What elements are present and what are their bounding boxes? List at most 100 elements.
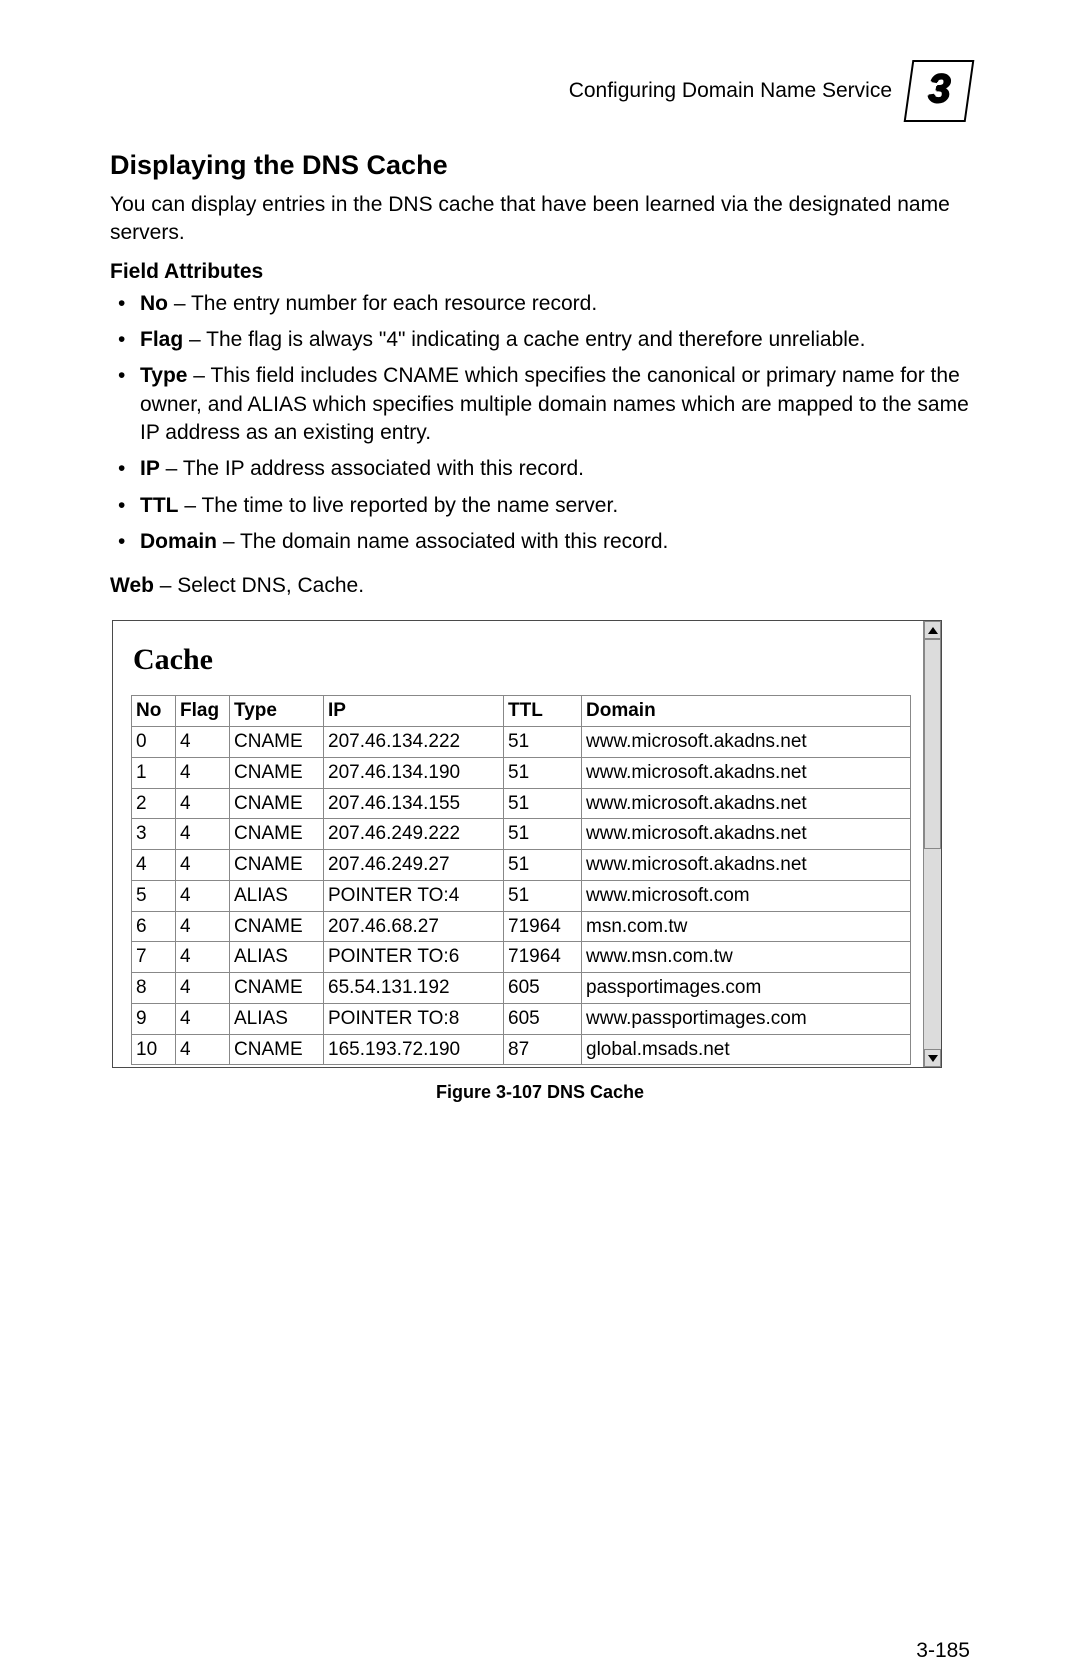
table-row: 24CNAME207.46.134.15551www.microsoft.aka… xyxy=(132,788,911,819)
cell-ttl: 71964 xyxy=(504,942,582,973)
dns-cache-screenshot: Cache No Flag Type IP TTL Domain xyxy=(112,620,942,1068)
cell-ttl: 605 xyxy=(504,973,582,1004)
scroll-track[interactable] xyxy=(924,639,941,1049)
cell-ttl: 71964 xyxy=(504,911,582,942)
scrollbar[interactable] xyxy=(923,621,941,1067)
cell-domain: www.microsoft.akadns.net xyxy=(582,757,911,788)
cell-no: 0 xyxy=(132,727,176,758)
cell-no: 5 xyxy=(132,880,176,911)
web-instruction: Web – Select DNS, Cache. xyxy=(110,574,970,598)
table-row: 44CNAME207.46.249.2751www.microsoft.akad… xyxy=(132,850,911,881)
chevron-down-icon xyxy=(928,1055,938,1062)
cell-type: ALIAS xyxy=(230,880,324,911)
cell-ip: 165.193.72.190 xyxy=(324,1034,504,1065)
cell-ip: 207.46.134.222 xyxy=(324,727,504,758)
cell-no: 2 xyxy=(132,788,176,819)
cell-type: CNAME xyxy=(230,973,324,1004)
col-type: Type xyxy=(230,696,324,727)
cell-domain: msn.com.tw xyxy=(582,911,911,942)
cell-domain: www.microsoft.akadns.net xyxy=(582,819,911,850)
cell-ttl: 605 xyxy=(504,1003,582,1034)
page-number: 3-185 xyxy=(916,1639,970,1663)
breadcrumb: Configuring Domain Name Service xyxy=(569,79,892,103)
cell-ip: POINTER TO:4 xyxy=(324,880,504,911)
cell-flag: 4 xyxy=(176,819,230,850)
cell-ip: POINTER TO:6 xyxy=(324,942,504,973)
cell-no: 7 xyxy=(132,942,176,973)
cell-flag: 4 xyxy=(176,911,230,942)
attr-ttl: TTL – The time to live reported by the n… xyxy=(140,492,970,520)
table-row: 34CNAME207.46.249.22251www.microsoft.aka… xyxy=(132,819,911,850)
section-title: Displaying the DNS Cache xyxy=(110,150,970,181)
cell-flag: 4 xyxy=(176,850,230,881)
cell-ttl: 51 xyxy=(504,788,582,819)
table-row: 74ALIASPOINTER TO:671964www.msn.com.tw xyxy=(132,942,911,973)
cell-no: 4 xyxy=(132,850,176,881)
cell-type: CNAME xyxy=(230,819,324,850)
cell-flag: 4 xyxy=(176,880,230,911)
cell-ip: 65.54.131.192 xyxy=(324,973,504,1004)
cell-domain: www.microsoft.com xyxy=(582,880,911,911)
field-attributes-heading: Field Attributes xyxy=(110,260,970,284)
cell-no: 1 xyxy=(132,757,176,788)
cell-type: CNAME xyxy=(230,1034,324,1065)
cell-no: 10 xyxy=(132,1034,176,1065)
cell-no: 8 xyxy=(132,973,176,1004)
scroll-up-button[interactable] xyxy=(924,621,941,639)
cell-type: CNAME xyxy=(230,727,324,758)
col-flag: Flag xyxy=(176,696,230,727)
page-header: Configuring Domain Name Service 3 xyxy=(110,60,970,122)
cell-ip: 207.46.249.222 xyxy=(324,819,504,850)
cell-ip: 207.46.134.155 xyxy=(324,788,504,819)
cell-type: ALIAS xyxy=(230,942,324,973)
col-domain: Domain xyxy=(582,696,911,727)
cell-ip: POINTER TO:8 xyxy=(324,1003,504,1034)
table-row: 94ALIASPOINTER TO:8605www.passportimages… xyxy=(132,1003,911,1034)
cell-type: CNAME xyxy=(230,757,324,788)
chapter-number: 3 xyxy=(928,69,950,109)
field-attributes-list: No – The entry number for each resource … xyxy=(110,290,970,557)
scroll-thumb[interactable] xyxy=(924,639,941,849)
cell-flag: 4 xyxy=(176,942,230,973)
cell-ip: 207.46.134.190 xyxy=(324,757,504,788)
chevron-up-icon xyxy=(928,627,938,634)
cell-flag: 4 xyxy=(176,757,230,788)
cell-ttl: 87 xyxy=(504,1034,582,1065)
section-intro: You can display entries in the DNS cache… xyxy=(110,191,970,248)
cell-ttl: 51 xyxy=(504,727,582,758)
col-ttl: TTL xyxy=(504,696,582,727)
cell-ttl: 51 xyxy=(504,819,582,850)
attr-type: Type – This field includes CNAME which s… xyxy=(140,362,970,447)
cell-type: CNAME xyxy=(230,850,324,881)
table-row: 84CNAME65.54.131.192605passportimages.co… xyxy=(132,973,911,1004)
cell-flag: 4 xyxy=(176,973,230,1004)
table-row: 04CNAME207.46.134.22251www.microsoft.aka… xyxy=(132,727,911,758)
cell-no: 3 xyxy=(132,819,176,850)
col-ip: IP xyxy=(324,696,504,727)
cell-domain: www.passportimages.com xyxy=(582,1003,911,1034)
cell-ip: 207.46.249.27 xyxy=(324,850,504,881)
cell-flag: 4 xyxy=(176,788,230,819)
cell-no: 9 xyxy=(132,1003,176,1034)
chapter-badge: 3 xyxy=(904,60,975,122)
figure-caption: Figure 3-107 DNS Cache xyxy=(110,1082,970,1103)
cell-domain: www.microsoft.akadns.net xyxy=(582,850,911,881)
attr-flag: Flag – The flag is always "4" indicating… xyxy=(140,326,970,354)
table-row: 104CNAME165.193.72.19087global.msads.net xyxy=(132,1034,911,1065)
cell-ttl: 51 xyxy=(504,850,582,881)
table-row: 14CNAME207.46.134.19051www.microsoft.aka… xyxy=(132,757,911,788)
cell-flag: 4 xyxy=(176,1034,230,1065)
dns-cache-table: No Flag Type IP TTL Domain 04CNAME207.46… xyxy=(131,695,911,1065)
table-header-row: No Flag Type IP TTL Domain xyxy=(132,696,911,727)
cell-ip: 207.46.68.27 xyxy=(324,911,504,942)
cell-flag: 4 xyxy=(176,1003,230,1034)
attr-no: No – The entry number for each resource … xyxy=(140,290,970,318)
cell-ttl: 51 xyxy=(504,880,582,911)
cell-domain: www.microsoft.akadns.net xyxy=(582,727,911,758)
cell-domain: global.msads.net xyxy=(582,1034,911,1065)
table-row: 54ALIASPOINTER TO:451www.microsoft.com xyxy=(132,880,911,911)
cell-no: 6 xyxy=(132,911,176,942)
cell-type: ALIAS xyxy=(230,1003,324,1034)
scroll-down-button[interactable] xyxy=(924,1049,941,1067)
col-no: No xyxy=(132,696,176,727)
